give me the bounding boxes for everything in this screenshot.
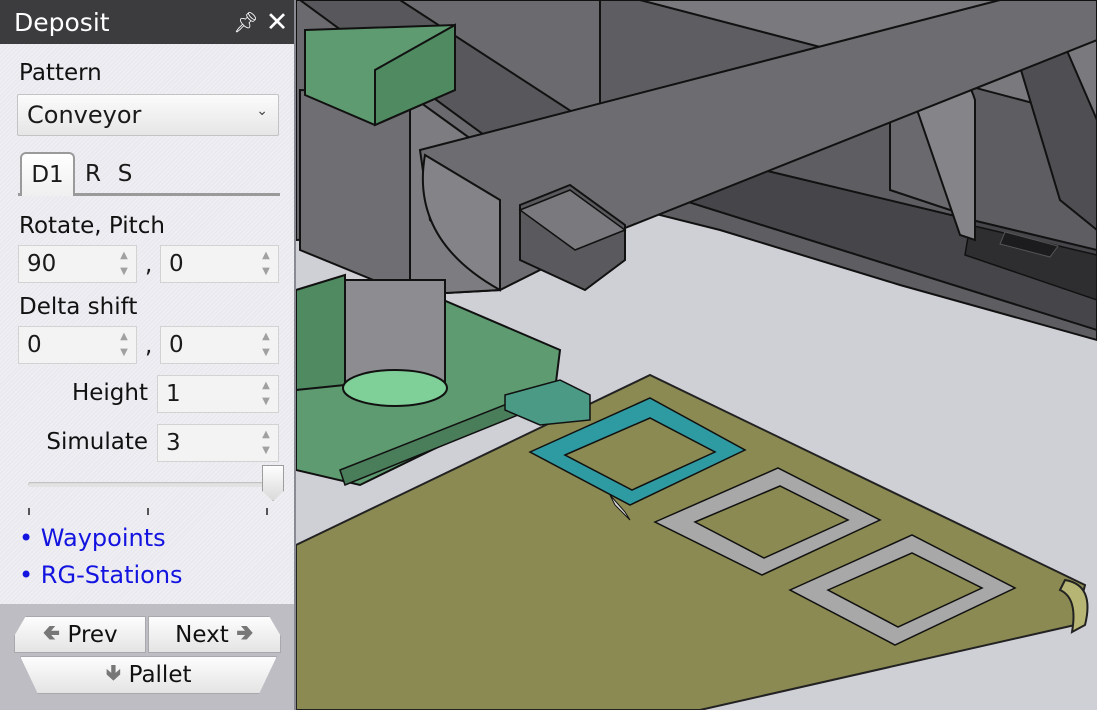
next-label: Next [175,621,229,648]
pitch-spin-arrows[interactable]: ▲ ▼ [260,249,272,279]
height-spin-arrows[interactable]: ▲ ▼ [260,379,272,409]
pallet-button[interactable]: 🢃︎ Pallet [20,656,277,694]
prev-button[interactable]: 🢀︎ Prev [14,616,146,653]
simulate-input[interactable]: 3 ▲ ▼ [157,424,279,462]
spin-down-icon[interactable]: ▼ [118,265,130,279]
rotate-pitch-label: Rotate, Pitch [19,213,165,239]
spin-down-icon[interactable]: ▼ [260,444,272,458]
height-input[interactable]: 1 ▲ ▼ [157,375,279,413]
close-icon[interactable]: ✕ [260,7,294,38]
spin-up-icon[interactable]: ▲ [118,249,130,263]
delta-y-spin-arrows[interactable]: ▲ ▼ [260,330,272,360]
pallet-label: Pallet [128,662,192,688]
panel-titlebar: Deposit 📌︎ ✕ [0,0,294,44]
simulate-slider[interactable] [28,465,284,515]
delta-y-input[interactable]: 0 ▲ ▼ [160,326,279,364]
side-block [295,273,346,392]
slider-tick [266,508,268,515]
slider-tick [28,508,30,515]
pitch-value: 0 [169,251,184,277]
rotate-pitch-separator: , [145,252,153,278]
spin-down-icon[interactable]: ▼ [260,265,272,279]
spin-up-icon[interactable]: ▲ [260,330,272,344]
pitch-input[interactable]: 0 ▲ ▼ [160,245,279,283]
slider-track[interactable] [28,482,273,487]
rotate-input[interactable]: 90 ▲ ▼ [18,245,137,283]
simulate-value: 3 [166,430,181,456]
spin-down-icon[interactable]: ▼ [260,346,272,360]
tab-s[interactable]: S [112,152,138,196]
chevron-down-icon: ⌄ [256,103,268,119]
pattern-label: Pattern [19,60,102,86]
pattern-value: Conveyor [27,101,142,129]
slider-tick [147,508,149,515]
tab-r[interactable]: R [80,152,106,196]
delta-shift-label: Delta shift [19,294,138,320]
spin-down-icon[interactable]: ▼ [260,395,272,409]
rotate-spin-arrows[interactable]: ▲ ▼ [118,249,130,279]
panel-title: Deposit [14,7,110,37]
delta-x-input[interactable]: 0 ▲ ▼ [18,326,137,364]
deposit-panel: Deposit 📌︎ ✕ Pattern Conveyor ⌄ D1 R S R… [0,0,296,710]
bullet: • [19,561,34,589]
bullet: • [19,524,34,552]
arrow-down-icon: 🢃︎ [105,661,122,686]
simulate-spin-arrows[interactable]: ▲ ▼ [260,428,272,458]
arrow-left-icon: 🢀︎ [42,620,61,646]
pattern-dropdown[interactable]: Conveyor ⌄ [17,94,279,136]
spin-down-icon[interactable]: ▼ [118,346,130,360]
slider-thumb[interactable] [262,465,284,501]
simulate-label: Simulate [46,429,148,455]
waypoints-link-label: Waypoints [40,524,166,552]
spin-up-icon[interactable]: ▲ [260,428,272,442]
arrow-right-icon: 🢂︎ [236,620,254,646]
spindle-ring [342,369,448,407]
delta-shift-separator: , [145,333,153,359]
rg-stations-link-label: RG-Stations [40,561,183,589]
rotate-value: 90 [27,251,57,277]
next-button[interactable]: Next 🢂︎ [148,616,281,653]
pin-icon[interactable]: 📌︎ [232,10,260,34]
rg-stations-link[interactable]: • RG-Stations [19,561,183,589]
spin-up-icon[interactable]: ▲ [260,379,272,393]
spin-up-icon[interactable]: ▲ [118,330,130,344]
delta-x-spin-arrows[interactable]: ▲ ▼ [118,330,130,360]
tab-d1[interactable]: D1 [20,152,75,196]
spin-up-icon[interactable]: ▲ [260,249,272,263]
height-label: Height [71,380,148,406]
delta-x-value: 0 [27,332,42,358]
height-value: 1 [166,381,181,407]
prev-label: Prev [67,621,118,648]
waypoints-link[interactable]: • Waypoints [19,524,166,552]
tab-strip: D1 R S [18,152,280,196]
delta-y-value: 0 [169,332,184,358]
